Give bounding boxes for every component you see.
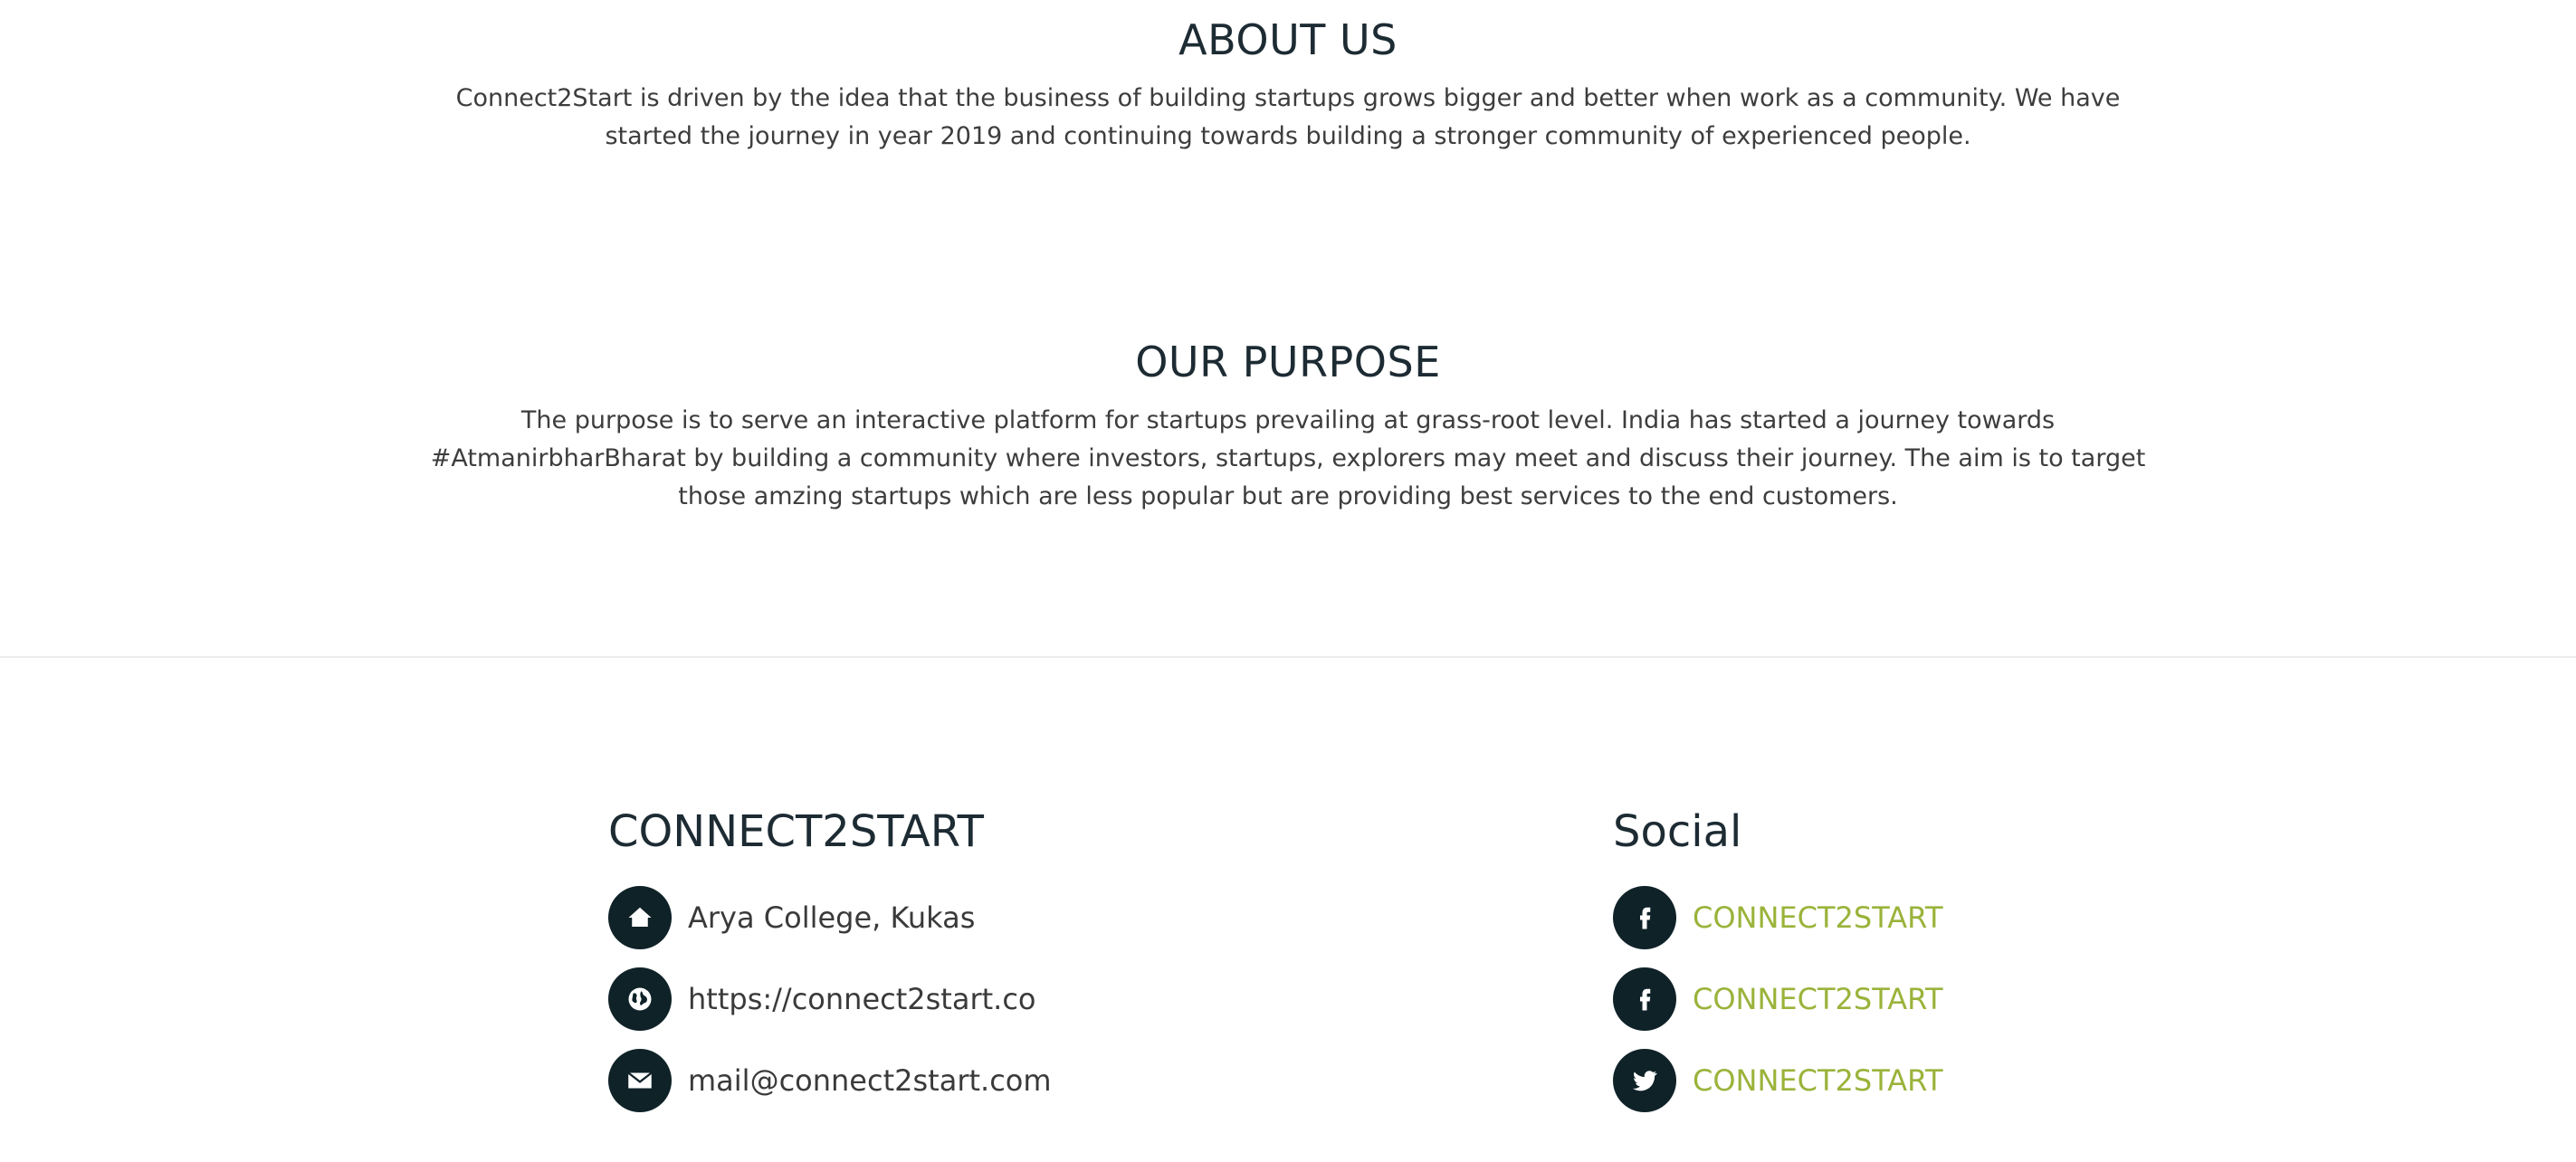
about-section: ABOUT US Connect2Start is driven by the … [0, 13, 2576, 156]
address-text: Arya College, Kukas [688, 900, 976, 935]
footer-brand-title: CONNECT2START [608, 806, 984, 857]
about-title: ABOUT US [1178, 15, 1398, 64]
social-link-facebook-1[interactable]: CONNECT2START [1693, 900, 1943, 935]
email-row[interactable]: mail@connect2start.com [608, 1048, 1052, 1113]
social-link-twitter[interactable]: CONNECT2START [1693, 1063, 1943, 1098]
website-row[interactable]: https://connect2start.co [608, 967, 1052, 1032]
social-link-facebook-2[interactable]: CONNECT2START [1693, 982, 1943, 1016]
purpose-title: OUR PURPOSE [1135, 338, 1441, 386]
mail-icon [608, 1049, 672, 1112]
social-title: Social [1613, 806, 1742, 857]
social-row-facebook-1[interactable]: CONNECT2START [1613, 885, 1943, 950]
globe-icon [608, 967, 672, 1031]
purpose-section: OUR PURPOSE The purpose is to serve an i… [0, 335, 2576, 516]
email-link[interactable]: mail@connect2start.com [688, 1063, 1052, 1098]
social-row-facebook-2[interactable]: CONNECT2START [1613, 967, 1943, 1032]
twitter-icon[interactable] [1613, 1049, 1676, 1112]
footer-divider [0, 656, 2576, 658]
facebook-icon[interactable] [1613, 967, 1676, 1031]
address-row: Arya College, Kukas [608, 885, 1052, 950]
footer-social-column: Social CONNECT2START CONNECT2START CONNE… [1613, 800, 1943, 1129]
social-row-twitter[interactable]: CONNECT2START [1613, 1048, 1943, 1113]
home-icon [608, 886, 672, 949]
purpose-text: The purpose is to serve an interactive p… [430, 406, 2146, 510]
about-text: Connect2Start is driven by the idea that… [455, 84, 2121, 150]
footer-contact-column: CONNECT2START Arya College, Kukas https:… [608, 800, 1052, 1129]
website-link[interactable]: https://connect2start.co [688, 982, 1036, 1016]
facebook-icon[interactable] [1613, 886, 1676, 949]
